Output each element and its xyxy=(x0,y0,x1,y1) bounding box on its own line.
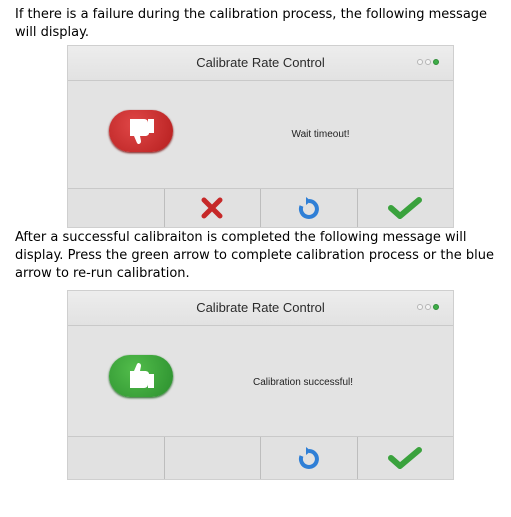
dialog-titlebar: Calibrate Rate Control xyxy=(68,291,453,326)
rerun-button[interactable] xyxy=(261,189,358,227)
status-message: Wait timeout! xyxy=(291,129,350,140)
success-instruction-text: After a successful calibraiton is comple… xyxy=(15,230,494,281)
dialog-titlebar: Calibrate Rate Control xyxy=(68,46,453,81)
dialog-button-bar xyxy=(68,188,453,227)
page-dot xyxy=(425,304,431,310)
blank-button xyxy=(68,437,165,479)
confirm-button[interactable] xyxy=(358,189,454,227)
dialog-button-bar xyxy=(68,436,453,479)
rerun-button[interactable] xyxy=(261,437,358,479)
page-indicator xyxy=(417,304,439,310)
refresh-icon xyxy=(298,447,319,469)
thumbs-down-icon xyxy=(109,110,173,152)
dialog-title: Calibrate Rate Control xyxy=(196,55,325,70)
dialog-title: Calibrate Rate Control xyxy=(196,300,325,315)
failure-dialog: Calibrate Rate Control Wait timeout! xyxy=(67,45,454,228)
status-message: Calibration successful! xyxy=(252,377,354,388)
page-dot xyxy=(417,59,423,65)
close-icon xyxy=(201,197,223,219)
blank-button xyxy=(165,437,261,479)
checkmark-icon xyxy=(388,447,423,469)
page-dot xyxy=(425,59,431,65)
dialog-body: Wait timeout! xyxy=(68,81,453,191)
failure-instruction-text: If there is a failure during the calibra… xyxy=(15,7,488,40)
page-dot-active xyxy=(433,304,439,310)
blank-button xyxy=(68,189,165,227)
confirm-button[interactable] xyxy=(358,437,454,479)
refresh-icon xyxy=(298,197,319,219)
page-dot xyxy=(417,304,423,310)
success-dialog: Calibrate Rate Control Calibration succe… xyxy=(67,290,454,480)
thumbs-up-icon xyxy=(109,355,173,397)
page-dot-active xyxy=(433,59,439,65)
cancel-button[interactable] xyxy=(165,189,261,227)
dialog-body: Calibration successful! xyxy=(68,326,453,436)
checkmark-icon xyxy=(388,197,423,219)
page-indicator xyxy=(417,59,439,65)
